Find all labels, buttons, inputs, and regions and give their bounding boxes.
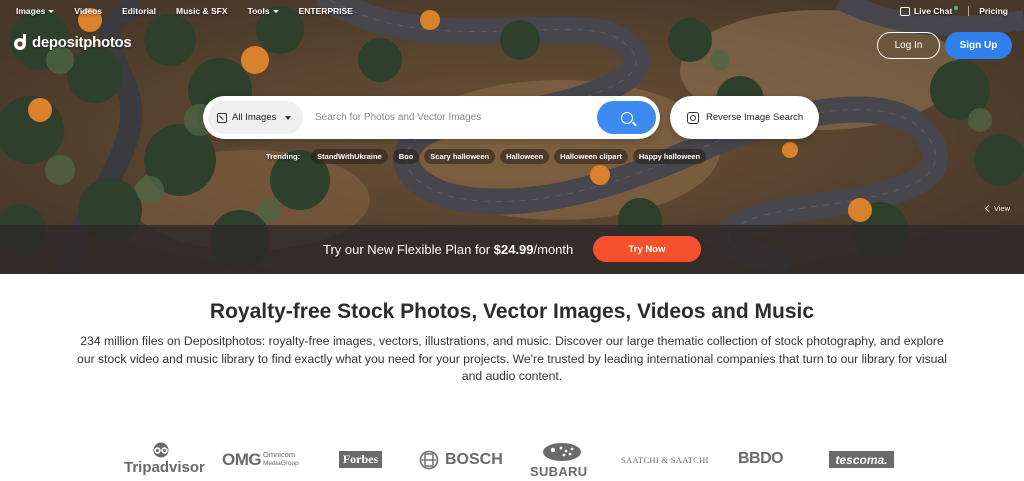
nav-images[interactable]: Images — [16, 6, 55, 16]
trending-tag[interactable]: Boo — [392, 149, 420, 164]
search-type-select[interactable]: All Images — [208, 101, 303, 134]
top-navigation: Images Videos Editorial Music & SFX Tool… — [16, 4, 373, 18]
nav-editorial[interactable]: Editorial — [122, 6, 156, 16]
brand-saatchi: SAATCHI & SAATCHI — [621, 455, 709, 465]
search-type-label: All Images — [232, 112, 277, 123]
live-chat-label: Live Chat — [913, 6, 953, 16]
chevron-down-icon — [272, 9, 279, 13]
trending-tag[interactable]: Happy halloween — [632, 149, 707, 164]
search-bar: All Images — [203, 96, 660, 139]
promo-text: Try our New Flexible Plan for $24.99/mon… — [323, 242, 574, 257]
brand-bosch: BOSCH — [419, 450, 503, 470]
trending-tag[interactable]: Halloween clipart — [554, 149, 628, 164]
login-button[interactable]: Log In — [877, 32, 940, 59]
search-button[interactable] — [597, 101, 656, 134]
logo-icon — [14, 34, 26, 50]
view-image-link[interactable]: View — [984, 204, 1010, 213]
nav-videos[interactable]: Videos — [74, 6, 102, 16]
online-status-icon — [954, 6, 959, 10]
trending-tag[interactable]: StandWithUkraine — [311, 149, 388, 164]
brand-omnicom: OMG Omnicom MediaGroup — [222, 450, 299, 469]
page-title: Royalty-free Stock Photos, Vector Images… — [209, 300, 815, 323]
reverse-search-label: Reverse Image Search — [706, 112, 804, 123]
page-description: 234 million files on Depositphotos: roya… — [77, 334, 947, 383]
chevron-left-icon — [984, 204, 992, 213]
search-icon — [620, 111, 633, 124]
search-input[interactable] — [315, 112, 595, 123]
trending-label: Trending: — [266, 152, 301, 161]
top-right-links: Live Chat Pricing — [899, 4, 1008, 18]
trusted-brands: Tripadvisor OMG Omnicom MediaGroup Forbes… — [0, 438, 1024, 479]
brand-forbes: Forbes — [339, 451, 382, 468]
try-now-button[interactable]: Try Now — [593, 236, 701, 262]
pricing-link[interactable]: Pricing — [979, 6, 1008, 16]
image-icon — [217, 112, 227, 123]
chevron-down-icon — [285, 115, 292, 120]
signup-button[interactable]: Sign Up — [945, 32, 1012, 59]
nav-enterprise[interactable]: ENTERPRISE — [299, 6, 353, 16]
nav-tools[interactable]: Tools — [248, 6, 279, 16]
promo-banner: Try our New Flexible Plan for $24.99/mon… — [0, 225, 1024, 274]
camera-search-icon — [687, 111, 699, 124]
brand-tescoma: tescoma. — [829, 451, 894, 468]
reverse-image-search-button[interactable]: Reverse Image Search — [670, 96, 819, 139]
logo-text: depositphotos — [32, 33, 132, 51]
subaru-logo-icon — [543, 443, 581, 461]
bosch-logo-icon — [419, 450, 439, 470]
chevron-down-icon — [48, 9, 55, 13]
trending-tag[interactable]: Halloween — [500, 149, 550, 164]
brand-bbdo: BBDO — [738, 450, 784, 467]
live-chat-link[interactable]: Live Chat — [899, 6, 959, 16]
promo-price: $24.99 — [493, 242, 534, 257]
chat-icon — [899, 6, 910, 16]
logo[interactable]: depositphotos — [12, 33, 132, 51]
divider — [968, 6, 970, 16]
trending-tag[interactable]: Scary halloween — [424, 149, 496, 164]
trending-tags: Trending: StandWithUkraine Boo Scary hal… — [266, 149, 707, 164]
tripadvisor-owl-icon — [153, 442, 169, 458]
hero-banner: Images Videos Editorial Music & SFX Tool… — [0, 0, 1024, 274]
nav-music-sfx[interactable]: Music & SFX — [176, 6, 227, 16]
